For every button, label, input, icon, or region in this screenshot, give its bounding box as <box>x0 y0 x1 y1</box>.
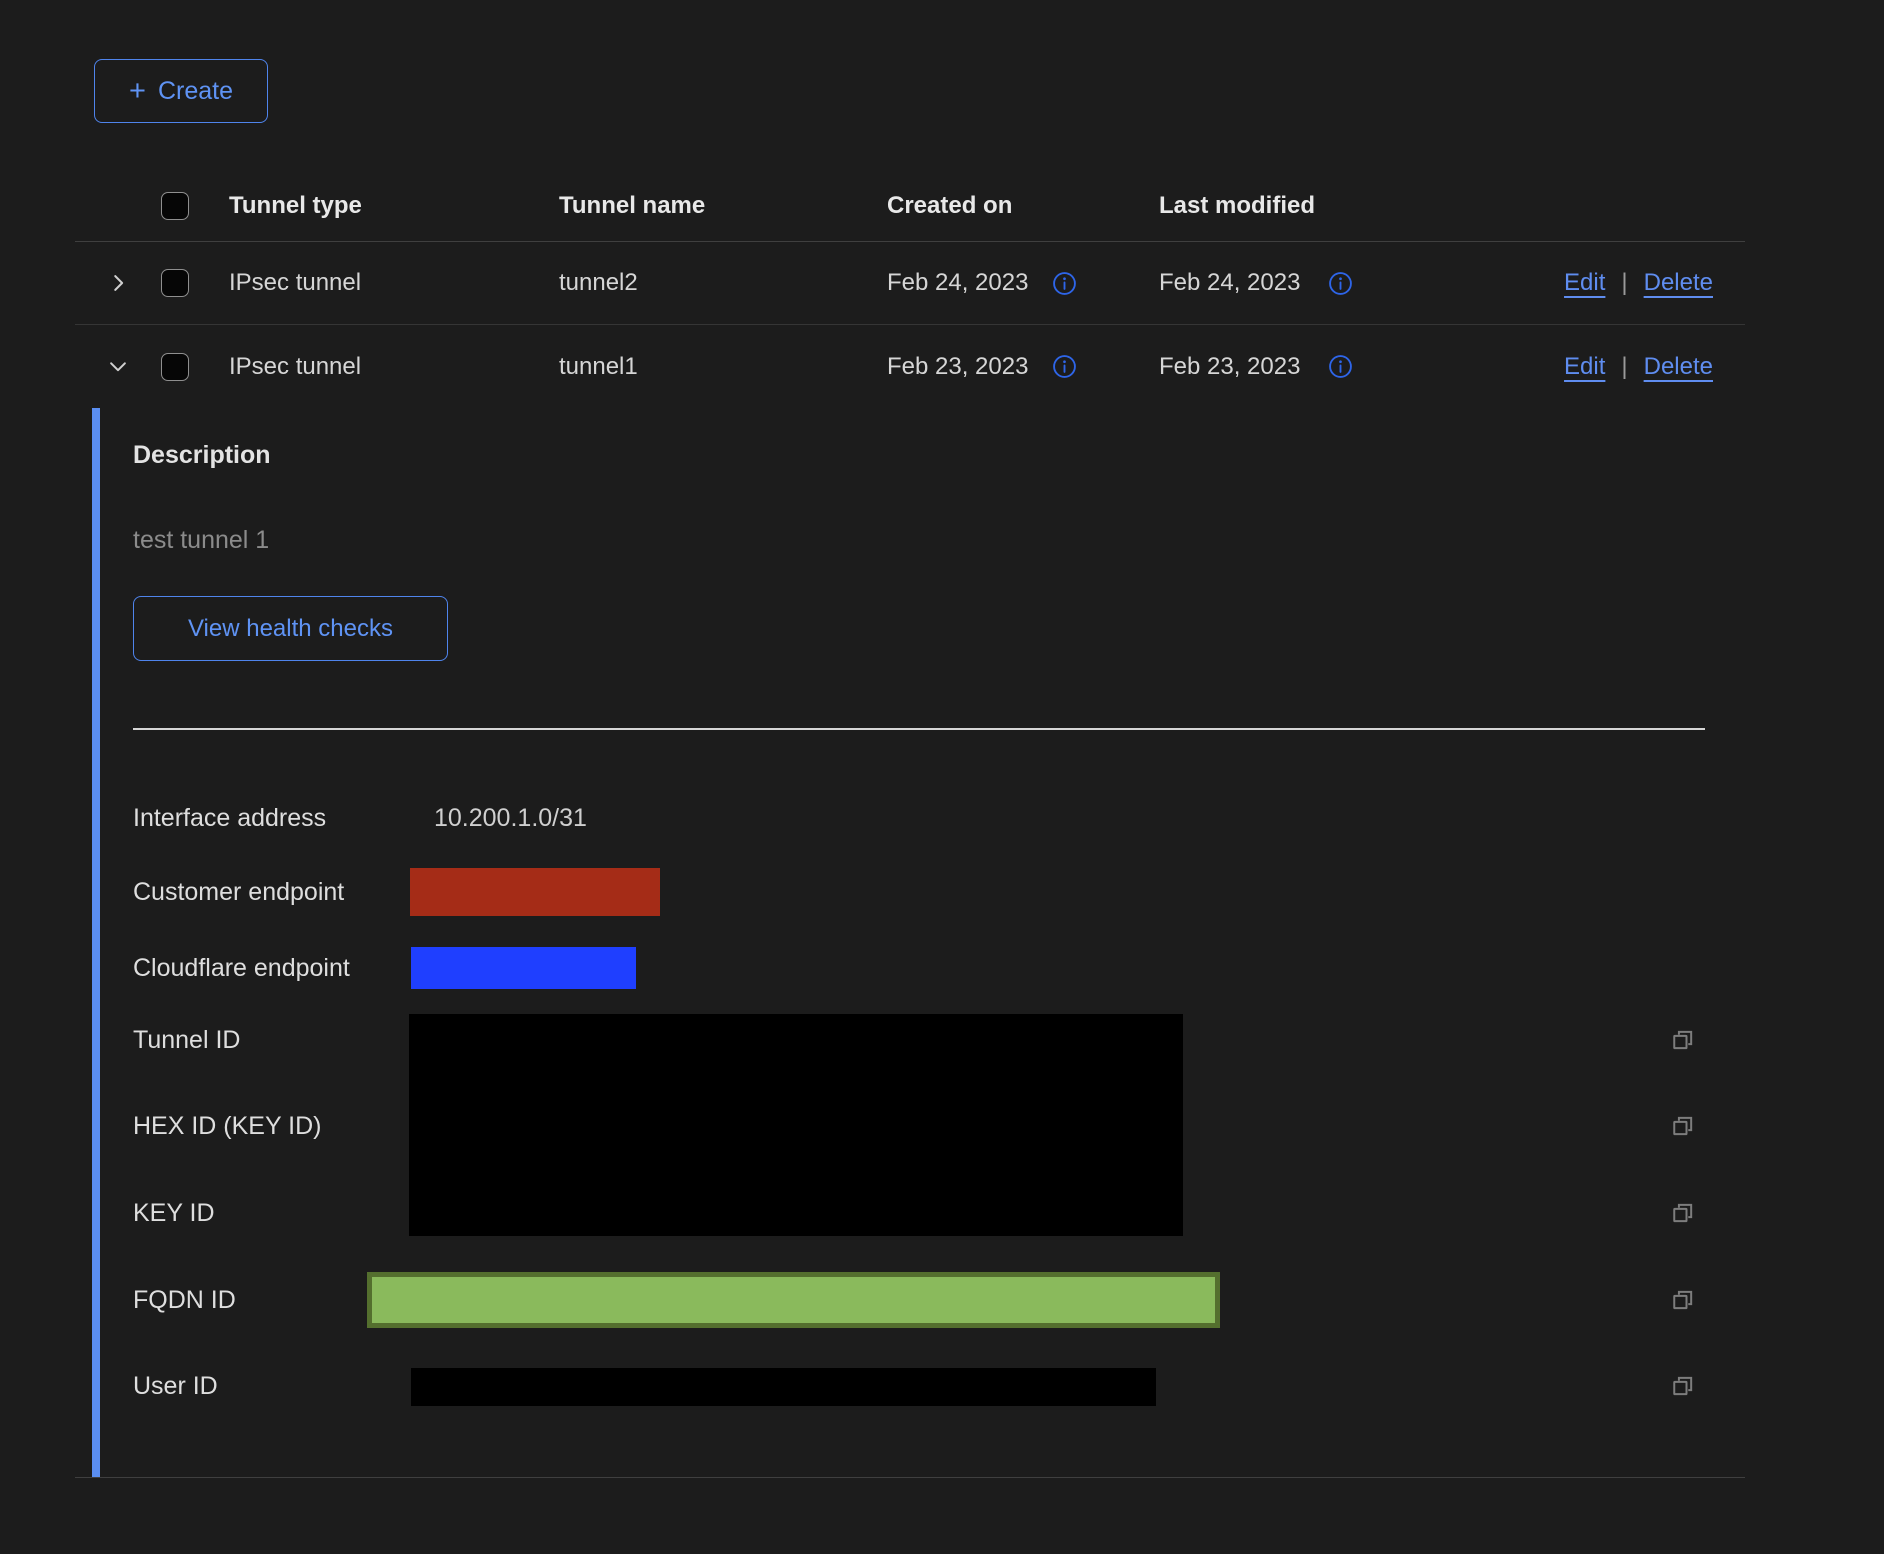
header-tunnel-type: Tunnel type <box>229 192 559 220</box>
user-id-label: User ID <box>133 1372 218 1401</box>
create-button-label: Create <box>158 77 233 106</box>
last-modified-cell: Feb 23, 2023 <box>1159 353 1300 381</box>
tunnel-id-label: Tunnel ID <box>133 1026 240 1055</box>
table-row: IPsec tunnel tunnel2 Feb 24, 2023 Feb 24… <box>75 242 1745 325</box>
info-icon[interactable] <box>1328 354 1353 379</box>
key-id-label: KEY ID <box>133 1199 215 1228</box>
description-value: test tunnel 1 <box>133 526 269 555</box>
user-id-redacted-value <box>411 1368 1156 1406</box>
created-on-cell: Feb 24, 2023 <box>887 269 1028 297</box>
edit-link[interactable]: Edit <box>1564 269 1605 297</box>
section-divider <box>133 728 1705 730</box>
cloudflare-endpoint-redacted-value <box>411 947 636 989</box>
actions-separator: | <box>1621 269 1627 297</box>
copy-icon[interactable] <box>1669 1112 1697 1140</box>
edit-link[interactable]: Edit <box>1564 353 1605 381</box>
copy-icon[interactable] <box>1669 1199 1697 1227</box>
tunnels-page: + Create Tunnel type Tunnel name Created… <box>0 0 1884 1554</box>
row-checkbox[interactable] <box>161 353 189 381</box>
header-last-modified: Last modified <box>1159 192 1489 220</box>
copy-icon[interactable] <box>1669 1372 1697 1400</box>
info-icon[interactable] <box>1052 271 1077 296</box>
last-modified-cell: Feb 24, 2023 <box>1159 269 1300 297</box>
expanded-tunnel-panel: Description test tunnel 1 View health ch… <box>92 408 1745 1477</box>
tunnel-type-cell: IPsec tunnel <box>229 269 559 297</box>
actions-separator: | <box>1621 353 1627 381</box>
description-label: Description <box>133 441 271 470</box>
row-checkbox[interactable] <box>161 269 189 297</box>
tunnel-name-cell: tunnel1 <box>559 353 887 381</box>
cloudflare-endpoint-label: Cloudflare endpoint <box>133 954 350 983</box>
header-created-on: Created on <box>887 192 1159 220</box>
copy-icon[interactable] <box>1669 1286 1697 1314</box>
table-header-row: Tunnel type Tunnel name Created on Last … <box>75 170 1745 242</box>
fqdn-id-redacted-value <box>367 1272 1220 1328</box>
ids-redacted-block <box>409 1014 1183 1236</box>
chevron-down-icon[interactable] <box>107 356 129 378</box>
chevron-right-icon[interactable] <box>107 272 129 294</box>
fqdn-id-label: FQDN ID <box>133 1286 236 1315</box>
view-health-checks-button[interactable]: View health checks <box>133 596 448 661</box>
header-tunnel-name: Tunnel name <box>559 192 887 220</box>
created-on-cell: Feb 23, 2023 <box>887 353 1028 381</box>
interface-address-value: 10.200.1.0/31 <box>434 804 587 833</box>
customer-endpoint-label: Customer endpoint <box>133 878 344 907</box>
info-icon[interactable] <box>1052 354 1077 379</box>
view-health-checks-label: View health checks <box>188 615 393 643</box>
tunnels-table: Tunnel type Tunnel name Created on Last … <box>75 170 1745 1478</box>
copy-icon[interactable] <box>1669 1026 1697 1054</box>
delete-link[interactable]: Delete <box>1644 269 1713 297</box>
tunnel-name-cell: tunnel2 <box>559 269 887 297</box>
table-row: IPsec tunnel tunnel1 Feb 23, 2023 Feb 23… <box>75 325 1745 408</box>
customer-endpoint-redacted-value <box>410 868 660 916</box>
tunnel-type-cell: IPsec tunnel <box>229 353 559 381</box>
create-button[interactable]: + Create <box>94 59 268 123</box>
interface-address-label: Interface address <box>133 804 326 833</box>
info-icon[interactable] <box>1328 271 1353 296</box>
select-all-checkbox[interactable] <box>161 192 189 220</box>
hex-id-label: HEX ID (KEY ID) <box>133 1112 321 1141</box>
plus-icon: + <box>129 77 146 106</box>
delete-link[interactable]: Delete <box>1644 353 1713 381</box>
